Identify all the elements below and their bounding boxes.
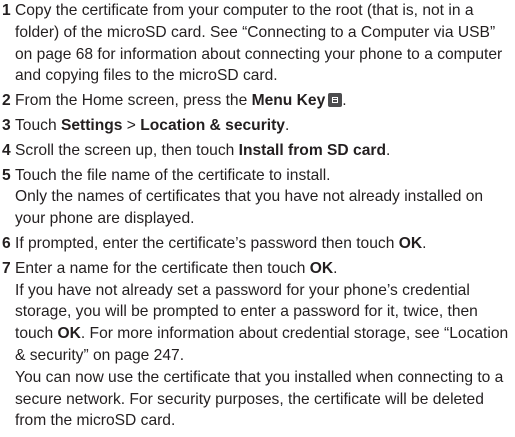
step-text-end: .: [342, 92, 347, 110]
settings-label: Settings: [60, 116, 123, 134]
note-text-end: . For more information about credential …: [15, 325, 509, 364]
ok-label: OK: [57, 325, 81, 343]
step-text: Touch the file name of the certificate t…: [15, 166, 331, 184]
step-7-note: If you have not already set a password f…: [2, 280, 513, 367]
step-3: 3 Touch Settings > Location & security.: [2, 115, 513, 137]
step-7-note-2: You can now use the certificate that you…: [15, 368, 504, 430]
ok-label: OK: [398, 234, 423, 252]
instruction-page: 1 Copy the certificate from your computer…: [0, 0, 515, 437]
step-text: Touch: [15, 116, 61, 134]
step-number: 4: [2, 141, 11, 159]
step-text-end: .: [422, 234, 427, 252]
step-number: 2: [2, 92, 11, 110]
step-1: 1 Copy the certificate from your computer…: [2, 0, 513, 87]
step-text: Scroll the screen up, then touch: [15, 141, 239, 159]
step-text: Copy the certificate from your computer …: [15, 2, 503, 85]
step-text-end: .: [333, 259, 338, 277]
step-text-end: .: [284, 116, 290, 134]
step-number: 6: [2, 234, 11, 252]
step-number: 5: [2, 166, 11, 184]
step-5: 5 Touch the file name of the certificate …: [2, 165, 513, 187]
menu-key-icon: [328, 93, 343, 108]
separator: >: [122, 116, 141, 134]
step-number: 3: [2, 116, 11, 134]
ok-label: OK: [309, 259, 334, 277]
location-security-label: Location & security: [140, 116, 285, 134]
step-text-end: .: [385, 141, 391, 159]
install-from-sd-label: Install from SD card: [238, 141, 386, 159]
step-text: Enter a name for the certificate then to…: [15, 259, 310, 277]
step-7: 7 Enter a name for the certificate then t…: [2, 258, 513, 280]
step-number: 7: [2, 259, 11, 277]
step-number: 1: [2, 2, 11, 19]
step-2: 2 From the Home screen, press the Menu Ke…: [2, 90, 513, 112]
step-4: 4 Scroll the screen up, then touch Instal…: [2, 140, 513, 162]
step-5-note: Only the names of certificates that you …: [15, 188, 484, 228]
menu-key-label: Menu Key: [251, 92, 326, 110]
step-6: 6 If prompted, enter the certificate’s pa…: [2, 233, 513, 255]
step-text: From the Home screen, press the: [15, 92, 252, 110]
step-text: If prompted, enter the certificate’s pas…: [15, 234, 399, 252]
